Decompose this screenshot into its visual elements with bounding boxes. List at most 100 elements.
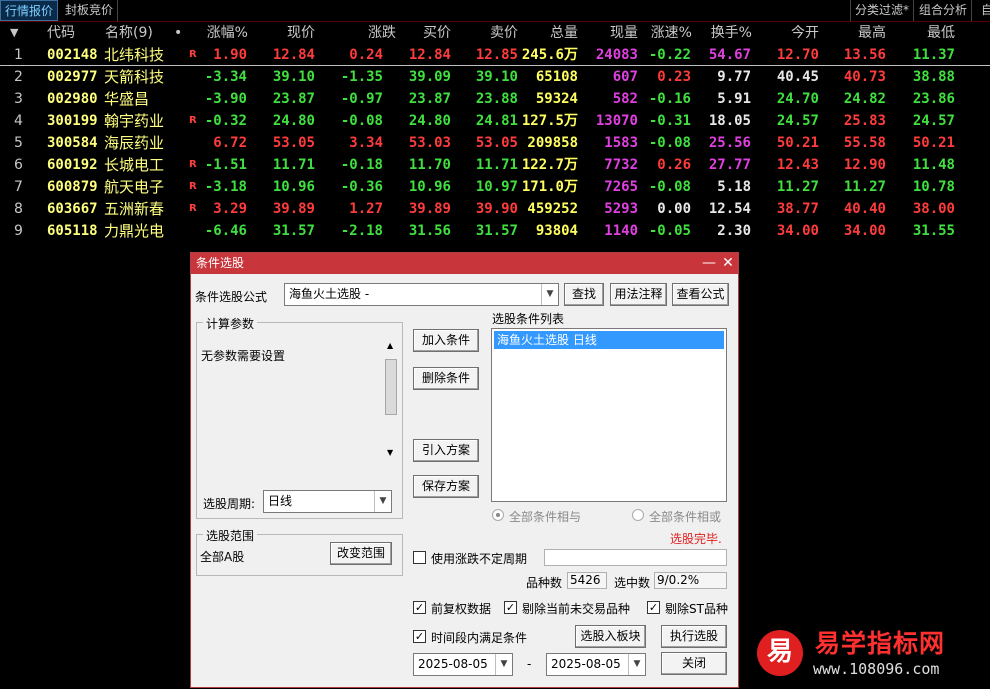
col-turnover[interactable]: 换手%: [711, 22, 752, 44]
col-low[interactable]: 最低: [927, 22, 955, 44]
high: 25.83: [843, 113, 886, 129]
minimize-icon[interactable]: —: [699, 253, 719, 274]
table-row[interactable]: 2 002977 天箭科技 -3.34 39.10 -1.35 39.09 39.10 6510…: [0, 66, 990, 88]
uncertain-period-input[interactable]: [544, 549, 727, 566]
period-select[interactable]: 日线 ▼: [263, 490, 392, 513]
params-text: 无参数需要设置: [201, 349, 286, 363]
add-to-block-button[interactable]: 选股入板块: [575, 625, 646, 648]
close-icon[interactable]: ✕: [718, 253, 738, 274]
uncertain-period-checkbox[interactable]: [413, 551, 426, 564]
col-code[interactable]: 代码: [47, 22, 75, 44]
scroll-down-icon[interactable]: ▼: [387, 448, 393, 457]
import-plan-button[interactable]: 引入方案: [413, 439, 479, 462]
formula-select[interactable]: 海鱼火土选股 - ▼: [284, 283, 559, 306]
col-price[interactable]: 现价: [287, 22, 315, 44]
bid: 31.56: [408, 223, 451, 239]
execute-button[interactable]: 执行选股: [661, 625, 727, 648]
period-condition-checkbox[interactable]: ✓: [413, 630, 426, 643]
low: 11.48: [912, 157, 955, 173]
tab-more[interactable]: 自: [977, 0, 990, 21]
price: 39.10: [272, 69, 315, 85]
low: 24.57: [912, 113, 955, 129]
count-value: 5426: [567, 572, 607, 589]
view-formula-button[interactable]: 查看公式: [672, 283, 729, 306]
change: -0.18: [340, 157, 383, 173]
col-name[interactable]: 名称(9): [105, 22, 153, 44]
volume: 171.0万: [521, 179, 578, 195]
table-row[interactable]: 8 603667 五洲新春 R 3.29 39.89 1.27 39.89 39.90 45925…: [0, 198, 990, 220]
volume: 122.7万: [521, 157, 578, 173]
volume: 93804: [535, 223, 578, 239]
cur-volume: 5293: [604, 201, 638, 217]
table-row[interactable]: 9 605118 力鼎光电 -6.46 31.57 -2.18 31.56 31.57 9380…: [0, 220, 990, 242]
low: 50.21: [912, 135, 955, 151]
usage-note-button[interactable]: 用法注释: [610, 283, 667, 306]
col-high[interactable]: 最高: [858, 22, 886, 44]
stock-code: 002148: [47, 47, 98, 63]
params-group: 计算参数 无参数需要设置 ▲ ▼ 选股周期: 日线 ▼: [196, 315, 403, 519]
range-value: 全部A股: [200, 550, 245, 564]
radio-or[interactable]: [632, 509, 644, 521]
low: 23.86: [912, 91, 955, 107]
col-volume[interactable]: 总量: [550, 22, 578, 44]
table-row[interactable]: 3 002980 华盛昌 -3.90 23.87 -0.97 23.87 23.88 59324…: [0, 88, 990, 110]
list-item[interactable]: 海鱼火土选股 日线: [494, 331, 724, 349]
chevron-down-icon[interactable]: ▼: [541, 284, 558, 305]
find-button[interactable]: 查找: [564, 283, 604, 306]
col-bid[interactable]: 买价: [423, 22, 451, 44]
bid: 53.03: [408, 135, 451, 151]
selected-value: 9/0.2%: [654, 572, 727, 589]
delete-condition-button[interactable]: 删除条件: [413, 367, 479, 390]
row-index: 1: [14, 47, 23, 63]
close-button[interactable]: 关闭: [661, 652, 727, 675]
tab-category-filter[interactable]: 分类过滤*: [850, 0, 915, 21]
chevron-down-icon[interactable]: ▼: [495, 654, 512, 675]
exclude-nontrade-checkbox[interactable]: ✓: [504, 601, 517, 614]
sort-arrow-icon[interactable]: ▼: [10, 22, 18, 44]
col-cur-volume[interactable]: 现量: [610, 22, 638, 44]
table-row[interactable]: 5 300584 海辰药业 6.72 53.05 3.34 53.03 53.05 209858…: [0, 132, 990, 154]
col-change-pct[interactable]: 涨幅%: [207, 22, 248, 44]
status-text: 选股完毕.: [670, 532, 722, 546]
change-pct: -3.18: [204, 179, 247, 195]
stock-name: 长城电工: [104, 156, 165, 174]
stock-name: 海辰药业: [104, 134, 165, 152]
watermark-url: www.108096.com: [813, 660, 940, 678]
change-range-button[interactable]: 改变范围: [330, 542, 392, 565]
table-row[interactable]: 4 300199 翰宇药业 R -0.32 24.80 -0.08 24.80 24.81 127…: [0, 110, 990, 132]
tab-limit-auction[interactable]: 封板竞价: [61, 0, 119, 21]
table-row[interactable]: 1 002148 北纬科技 R 1.90 12.84 0.24 12.84 12.85 245.6…: [0, 44, 990, 66]
date-from-select[interactable]: 2025-08-05 ▼: [413, 653, 513, 676]
col-speed[interactable]: 涨速%: [651, 22, 692, 44]
watermark-logo: 易: [757, 630, 803, 676]
col-ask[interactable]: 卖价: [490, 22, 518, 44]
scroll-thumb[interactable]: [385, 359, 397, 415]
scroll-up-icon[interactable]: ▲: [387, 341, 393, 350]
bid: 10.96: [408, 179, 451, 195]
condition-list[interactable]: 海鱼火土选股 日线: [491, 328, 727, 502]
exclude-st-checkbox[interactable]: ✓: [647, 601, 660, 614]
add-condition-button[interactable]: 加入条件: [413, 329, 479, 352]
params-scrollbar[interactable]: ▲ ▼: [384, 341, 398, 461]
col-open[interactable]: 今开: [791, 22, 819, 44]
formula-value: 海鱼火土选股 -: [289, 287, 370, 301]
stock-code: 002980: [47, 91, 98, 107]
table-row[interactable]: 6 600192 长城电工 R -1.51 11.71 -0.18 11.70 11.71 122…: [0, 154, 990, 176]
price: 10.96: [272, 179, 315, 195]
save-plan-button[interactable]: 保存方案: [413, 475, 479, 498]
margin-flag: R: [189, 115, 197, 126]
change-pct: 1.90: [213, 47, 247, 63]
restore-checkbox[interactable]: ✓: [413, 601, 426, 614]
ask: 10.97: [475, 179, 518, 195]
date-to-select[interactable]: 2025-08-05 ▼: [546, 653, 646, 676]
table-row[interactable]: 7 600879 航天电子 R -3.18 10.96 -0.36 10.96 10.97 171…: [0, 176, 990, 198]
uncertain-period-label: 使用涨跌不定周期: [431, 552, 528, 566]
tab-quotes[interactable]: 行情报价: [0, 0, 59, 21]
chevron-down-icon[interactable]: ▼: [374, 491, 391, 512]
tab-combo-analysis[interactable]: 组合分析: [915, 0, 973, 21]
range-group-title: 选股范围: [203, 527, 258, 544]
turnover: 18.05: [708, 113, 751, 129]
radio-and[interactable]: [492, 509, 504, 521]
col-change[interactable]: 涨跌: [368, 22, 396, 44]
chevron-down-icon[interactable]: ▼: [628, 654, 645, 675]
